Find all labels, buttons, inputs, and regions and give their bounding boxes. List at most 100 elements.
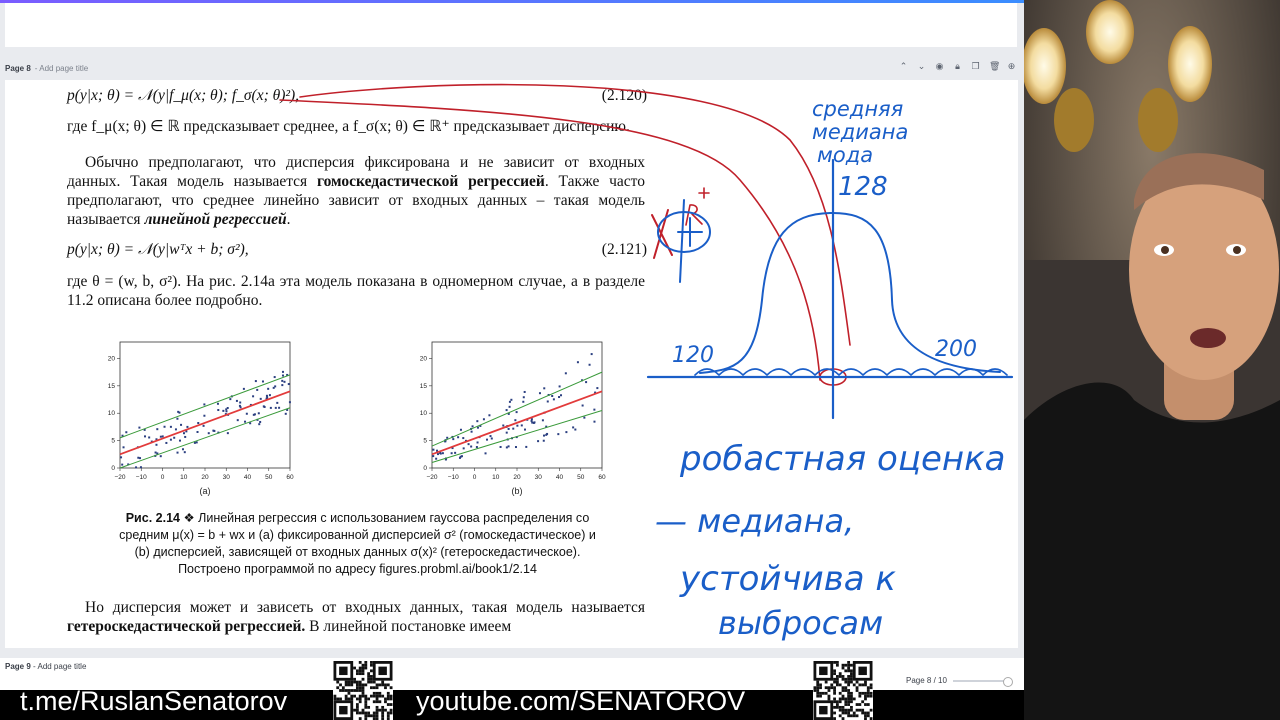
add-page-icon[interactable]: ⊕ [1007, 62, 1016, 71]
data-point [502, 424, 505, 427]
data-point [144, 435, 147, 438]
data-point [457, 436, 460, 439]
lamp-shade [1168, 26, 1212, 102]
data-point [432, 455, 435, 458]
eye-icon[interactable]: ◉ [935, 62, 944, 71]
data-point [259, 420, 262, 423]
x-tick-label: 10 [180, 474, 188, 481]
x-tick-label: 20 [513, 474, 521, 481]
data-point [532, 421, 535, 424]
data-point [541, 419, 544, 422]
data-point [520, 424, 523, 427]
data-point [159, 455, 162, 458]
data-point [574, 428, 577, 431]
data-point [138, 426, 141, 429]
data-point [476, 420, 479, 423]
data-point [558, 396, 561, 399]
data-point [156, 428, 159, 431]
chevron-down-icon[interactable]: ⌄ [917, 62, 926, 71]
x-tick-label: 30 [223, 474, 231, 481]
paragraph-2: Обычно предполагают, что дисперсия фикси… [67, 154, 645, 228]
data-point [195, 441, 198, 444]
data-point [450, 452, 453, 455]
data-point [523, 390, 526, 393]
data-point [560, 394, 563, 397]
data-point [435, 457, 438, 460]
data-point [274, 406, 277, 409]
data-point [505, 446, 508, 449]
data-point [514, 419, 517, 422]
data-point [273, 376, 276, 379]
x-tick-label: 20 [201, 474, 209, 481]
data-point [542, 439, 545, 442]
data-point [254, 380, 257, 383]
data-point [572, 426, 575, 429]
data-point [546, 400, 549, 403]
data-point [432, 448, 435, 451]
data-point [288, 401, 291, 404]
data-point [203, 414, 206, 417]
lock-icon[interactable]: 🔒︎ [953, 62, 962, 71]
data-point [148, 436, 151, 439]
data-point [583, 416, 586, 419]
equation-text: p(y|x; θ) = 𝒩(y|f_μ(x; θ); f_σ(x; θ)²), [67, 87, 300, 104]
data-point [516, 424, 519, 427]
data-point [476, 441, 479, 444]
data-point [239, 401, 242, 404]
data-point [543, 387, 546, 390]
data-point [564, 372, 567, 375]
data-point [470, 430, 473, 433]
data-point [508, 405, 511, 408]
data-point [525, 445, 528, 448]
data-point [244, 420, 247, 423]
page-header: Page 8 - Add page title [5, 61, 88, 75]
data-point [159, 435, 162, 438]
next-page-header: Page 9 - Add page title [5, 662, 87, 671]
data-point [454, 451, 457, 454]
data-point [281, 384, 284, 387]
paragraph-3: где θ = (w, b, σ²). На рис. 2.14a эта мо… [67, 273, 645, 309]
y-tick-label: 15 [108, 383, 116, 390]
plot-frame [431, 341, 603, 469]
x-tick-label: 50 [577, 474, 585, 481]
y-tick-label: 0 [111, 465, 115, 472]
data-point [182, 432, 185, 435]
x-tick-label: 0 [473, 474, 477, 481]
data-point [452, 438, 455, 441]
data-point [508, 400, 511, 403]
data-point [169, 438, 172, 441]
copy-icon[interactable]: ❐ [971, 62, 980, 71]
data-point [538, 392, 541, 395]
data-point [552, 398, 555, 401]
data-point [242, 387, 245, 390]
y-tick-label: 20 [108, 355, 116, 362]
lamp-shade [1086, 0, 1134, 64]
y-tick-label: 10 [420, 410, 428, 417]
data-point [125, 431, 128, 434]
data-point [281, 379, 284, 382]
data-point [523, 428, 526, 431]
data-point [522, 400, 525, 403]
telegram-link[interactable]: t.me/RuslanSenatorov [20, 686, 287, 716]
data-point [252, 395, 255, 398]
x-tick-label: 60 [286, 474, 294, 481]
data-point [475, 446, 478, 449]
equation-2-121: p(y|x; θ) = 𝒩(y|wᵀx + b; σ²), (2.121) [67, 240, 647, 259]
data-point [489, 435, 492, 438]
zoom-slider[interactable] [952, 676, 1013, 687]
data-point [557, 433, 560, 436]
page-navigator[interactable]: Page 8 / 10 [906, 676, 1013, 687]
data-point [186, 425, 189, 428]
data-point [514, 446, 517, 449]
chevron-up-icon[interactable]: ⌃ [899, 62, 908, 71]
data-point [486, 438, 489, 441]
document-page: p(y|x; θ) = 𝒩(y|f_μ(x; θ); f_σ(x; θ)²), … [5, 80, 1018, 648]
add-page-title-link[interactable]: - Add page title [35, 64, 88, 73]
page-label: Page 8 [5, 63, 31, 73]
youtube-link[interactable]: youtube.com/SENATOROV [416, 686, 745, 716]
zoom-slider-handle[interactable] [1002, 676, 1013, 687]
qr-code-icon [333, 661, 393, 720]
data-point [522, 396, 525, 399]
paragraph-4: Но дисперсия может и зависеть от входных… [67, 599, 645, 635]
delete-icon[interactable]: 🗑︎ [989, 62, 1000, 71]
